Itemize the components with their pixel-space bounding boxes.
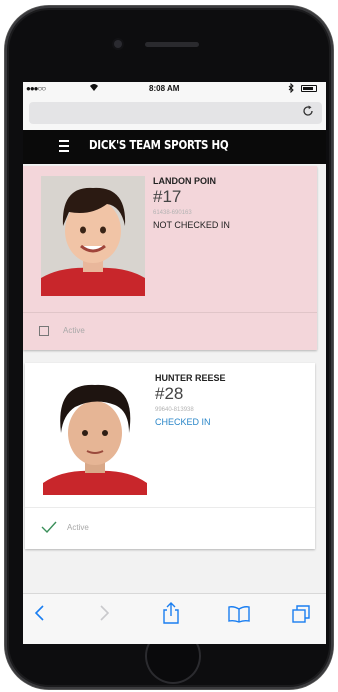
active-label: Active [63,326,85,336]
active-row: Active [39,326,85,336]
checkmark-icon[interactable] [41,521,57,535]
player-name: LANDON POIN [153,176,216,186]
card-divider [23,312,317,313]
bluetooth-icon [288,82,294,95]
player-card[interactable]: HUNTER REESE #28 99640-813938 CHECKED IN… [25,363,315,549]
forward-icon[interactable] [99,604,111,628]
front-camera [114,40,122,48]
status-bar: ●●●○○ 8:08 AM [23,82,326,96]
back-icon[interactable] [33,604,45,628]
reload-icon[interactable] [302,104,314,120]
active-label: Active [67,523,89,533]
phone-screen: ●●●○○ 8:08 AM DICK'S TEAM SPORTS HQ LAND… [23,82,326,644]
checkin-status: NOT CHECKED IN [153,220,230,230]
player-photo [43,375,147,495]
player-photo [41,176,145,296]
roster-list: LANDON POIN #17 61438-690163 NOT CHECKED… [23,164,326,592]
player-name: HUNTER REESE [155,373,226,383]
browser-address-bar [23,96,326,130]
status-time: 8:08 AM [149,84,180,93]
player-number: #17 [153,187,182,206]
browser-toolbar [23,593,326,644]
player-id: 61438-690163 [153,210,192,216]
player-info: LANDON POIN #17 61438-690163 NOT CHECKED… [153,176,230,230]
share-icon[interactable] [162,602,180,630]
player-info: HUNTER REESE #28 99640-813938 CHECKED IN [155,373,226,427]
checkin-status: CHECKED IN [155,417,211,427]
url-field[interactable] [29,102,322,124]
battery-icon [301,85,317,92]
brand-logo: DICK'S TEAM SPORTS HQ [89,138,229,152]
bookmarks-icon[interactable] [228,605,250,629]
player-id: 99640-813938 [155,407,194,413]
tabs-icon[interactable] [291,604,311,630]
active-row: Active [41,521,89,535]
signal-indicator: ●●●○○ [26,84,46,93]
active-checkbox[interactable] [39,326,49,336]
wifi-icon [89,83,99,94]
player-card[interactable]: LANDON POIN #17 61438-690163 NOT CHECKED… [23,166,317,350]
card-divider [25,507,315,508]
site-header: DICK'S TEAM SPORTS HQ [23,130,326,164]
player-number: #28 [155,384,184,403]
earpiece-speaker [145,42,199,47]
hamburger-menu-icon[interactable] [59,140,69,152]
